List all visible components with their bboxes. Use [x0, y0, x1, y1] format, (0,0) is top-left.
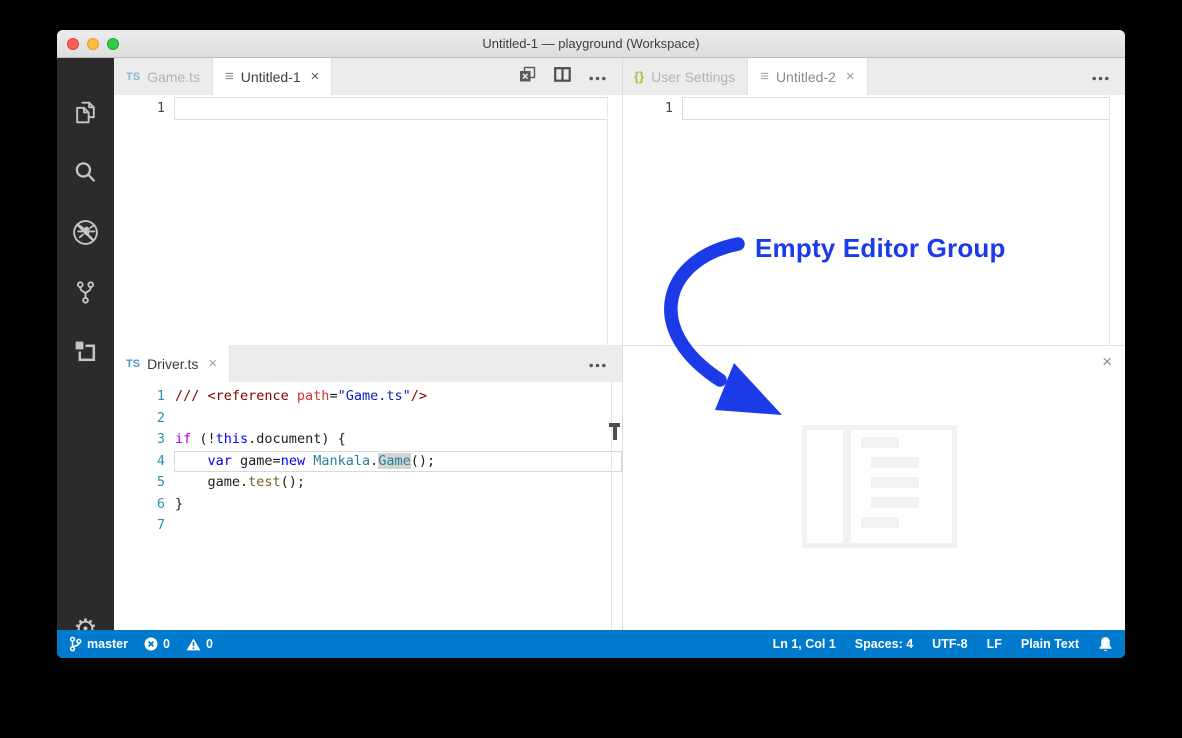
editor-group-top-right: {} User Settings ≡ Untitled-2 × 1 — [622, 58, 1125, 345]
tab-label: Driver.ts — [147, 355, 199, 372]
branch-name: master — [87, 637, 128, 651]
errors-indicator[interactable]: 0 — [144, 637, 170, 651]
line-number: 1 — [156, 100, 165, 116]
editor-area: TS Game.ts ≡ Untitled-1 × 1 {} User Sett… — [114, 58, 1125, 630]
source-control-icon[interactable] — [71, 278, 100, 307]
editor-driver-ts[interactable]: 1/// <reference path="Game.ts"/> 2 3 if (!t… — [114, 382, 622, 630]
code-content: 1/// <reference path="Game.ts"/> 2 3 if (!t… — [114, 382, 622, 537]
overview-ruler — [607, 95, 608, 345]
line-number: 5 — [156, 474, 165, 490]
typescript-file-icon: TS — [126, 70, 141, 83]
tab-label: Untitled-2 — [775, 68, 836, 85]
explorer-icon[interactable] — [71, 98, 100, 127]
workbench: ⚙ TS Game.ts ≡ Untitled-1 × 1 {} User Se… — [57, 58, 1125, 643]
minimize-window-button[interactable] — [87, 38, 99, 50]
notifications-bell-icon[interactable] — [1098, 636, 1113, 652]
line-number: 4 — [156, 452, 165, 469]
error-count: 0 — [163, 637, 170, 651]
tab-user-settings[interactable]: {} User Settings — [622, 58, 749, 95]
status-bar: master 0 0 Ln 1, Col 1 Spaces: 4 UTF-8 L… — [57, 630, 1125, 658]
encoding[interactable]: UTF-8 — [932, 637, 967, 651]
close-tab-icon[interactable]: × — [311, 69, 320, 84]
warning-count: 0 — [205, 637, 213, 651]
more-actions-icon[interactable] — [1092, 68, 1109, 86]
language-mode[interactable]: Plain Text — [1021, 637, 1079, 651]
untitled-file-icon: ≡ — [760, 68, 769, 85]
tab-label: Untitled-1 — [240, 68, 301, 85]
code-line[interactable]: 3 if (!this.document) { — [114, 429, 622, 451]
tab-bar: TS Driver.ts × — [114, 345, 622, 382]
error-icon — [144, 637, 158, 651]
line-number: 1 — [664, 100, 673, 116]
close-tab-icon[interactable]: × — [208, 356, 217, 371]
extensions-icon[interactable] — [71, 337, 100, 366]
typescript-file-icon: TS — [126, 357, 141, 370]
more-actions-icon[interactable] — [589, 355, 606, 373]
debug-disabled-icon[interactable] — [71, 218, 100, 247]
split-editor-icon[interactable] — [554, 66, 571, 87]
code-line[interactable]: 1 — [114, 97, 622, 120]
line-number: 1 — [156, 388, 165, 404]
warnings-indicator[interactable]: 0 — [186, 637, 213, 651]
editor-group-top-left: TS Game.ts ≡ Untitled-1 × 1 — [114, 58, 622, 345]
tab-untitled-1[interactable]: ≡ Untitled-1 × — [212, 58, 333, 95]
tab-label: Game.ts — [147, 68, 200, 85]
window-title: Untitled-1 — playground (Workspace) — [482, 36, 700, 51]
tab-game-ts[interactable]: TS Game.ts — [114, 58, 213, 95]
editor-untitled-2[interactable]: 1 — [622, 95, 1125, 345]
vscode-window: Untitled-1 — playground (Workspace) ⚙ TS… — [57, 30, 1125, 658]
line-number: 6 — [156, 495, 165, 512]
more-actions-icon[interactable] — [589, 68, 606, 86]
code-line[interactable]: 6} — [114, 494, 622, 516]
zoom-window-button[interactable] — [107, 38, 119, 50]
tab-untitled-2[interactable]: ≡ Untitled-2 × — [748, 58, 868, 95]
end-of-line[interactable]: LF — [987, 637, 1002, 651]
code-line[interactable]: 2 — [114, 408, 622, 430]
overview-ruler — [611, 382, 612, 630]
code-line[interactable]: 7 — [114, 515, 622, 537]
editor-group-sash-vertical[interactable] — [622, 58, 623, 630]
overview-ruler — [1109, 95, 1110, 345]
git-branch-indicator[interactable]: master — [69, 636, 128, 652]
editor-group-bottom-left: TS Driver.ts × 1 /// <reference path="Ga… — [114, 345, 622, 630]
tab-bar: {} User Settings ≡ Untitled-2 × — [622, 58, 1125, 95]
tab-driver-ts[interactable]: TS Driver.ts × — [114, 345, 231, 382]
empty-editor-placeholder-icon — [802, 425, 957, 548]
code-line[interactable]: 4 var game=new Mankala.Game(); — [114, 450, 622, 473]
tab-label: User Settings — [651, 68, 736, 85]
code-line[interactable]: 5 game.test(); — [114, 472, 622, 494]
annotation-text: Empty Editor Group — [755, 233, 1006, 263]
warning-icon — [186, 638, 201, 650]
titlebar: Untitled-1 — playground (Workspace) — [57, 30, 1125, 58]
close-editor-group-icon[interactable]: × — [1102, 353, 1112, 370]
editor-group-empty: × — [622, 345, 1125, 630]
overview-ruler-marker — [609, 423, 620, 441]
line-number: 2 — [156, 409, 165, 426]
editor-group-sash-horizontal[interactable] — [622, 345, 1125, 346]
close-window-button[interactable] — [67, 38, 79, 50]
json-braces-icon: {} — [634, 69, 645, 84]
code-line[interactable]: 1 — [622, 97, 1125, 120]
code-line[interactable]: 1/// <reference path="Game.ts"/> — [114, 386, 622, 408]
indentation[interactable]: Spaces: 4 — [855, 637, 913, 651]
cursor-position[interactable]: Ln 1, Col 1 — [773, 637, 836, 651]
line-number: 3 — [156, 431, 165, 447]
editor-untitled-1[interactable]: 1 — [114, 95, 622, 345]
tab-bar: TS Game.ts ≡ Untitled-1 × — [114, 58, 622, 95]
activity-bar: ⚙ — [57, 58, 114, 643]
search-icon[interactable] — [71, 158, 100, 187]
close-tab-icon[interactable]: × — [846, 69, 855, 84]
line-number: 7 — [156, 517, 165, 533]
untitled-file-icon: ≡ — [224, 68, 234, 85]
open-changes-icon[interactable] — [519, 66, 536, 88]
